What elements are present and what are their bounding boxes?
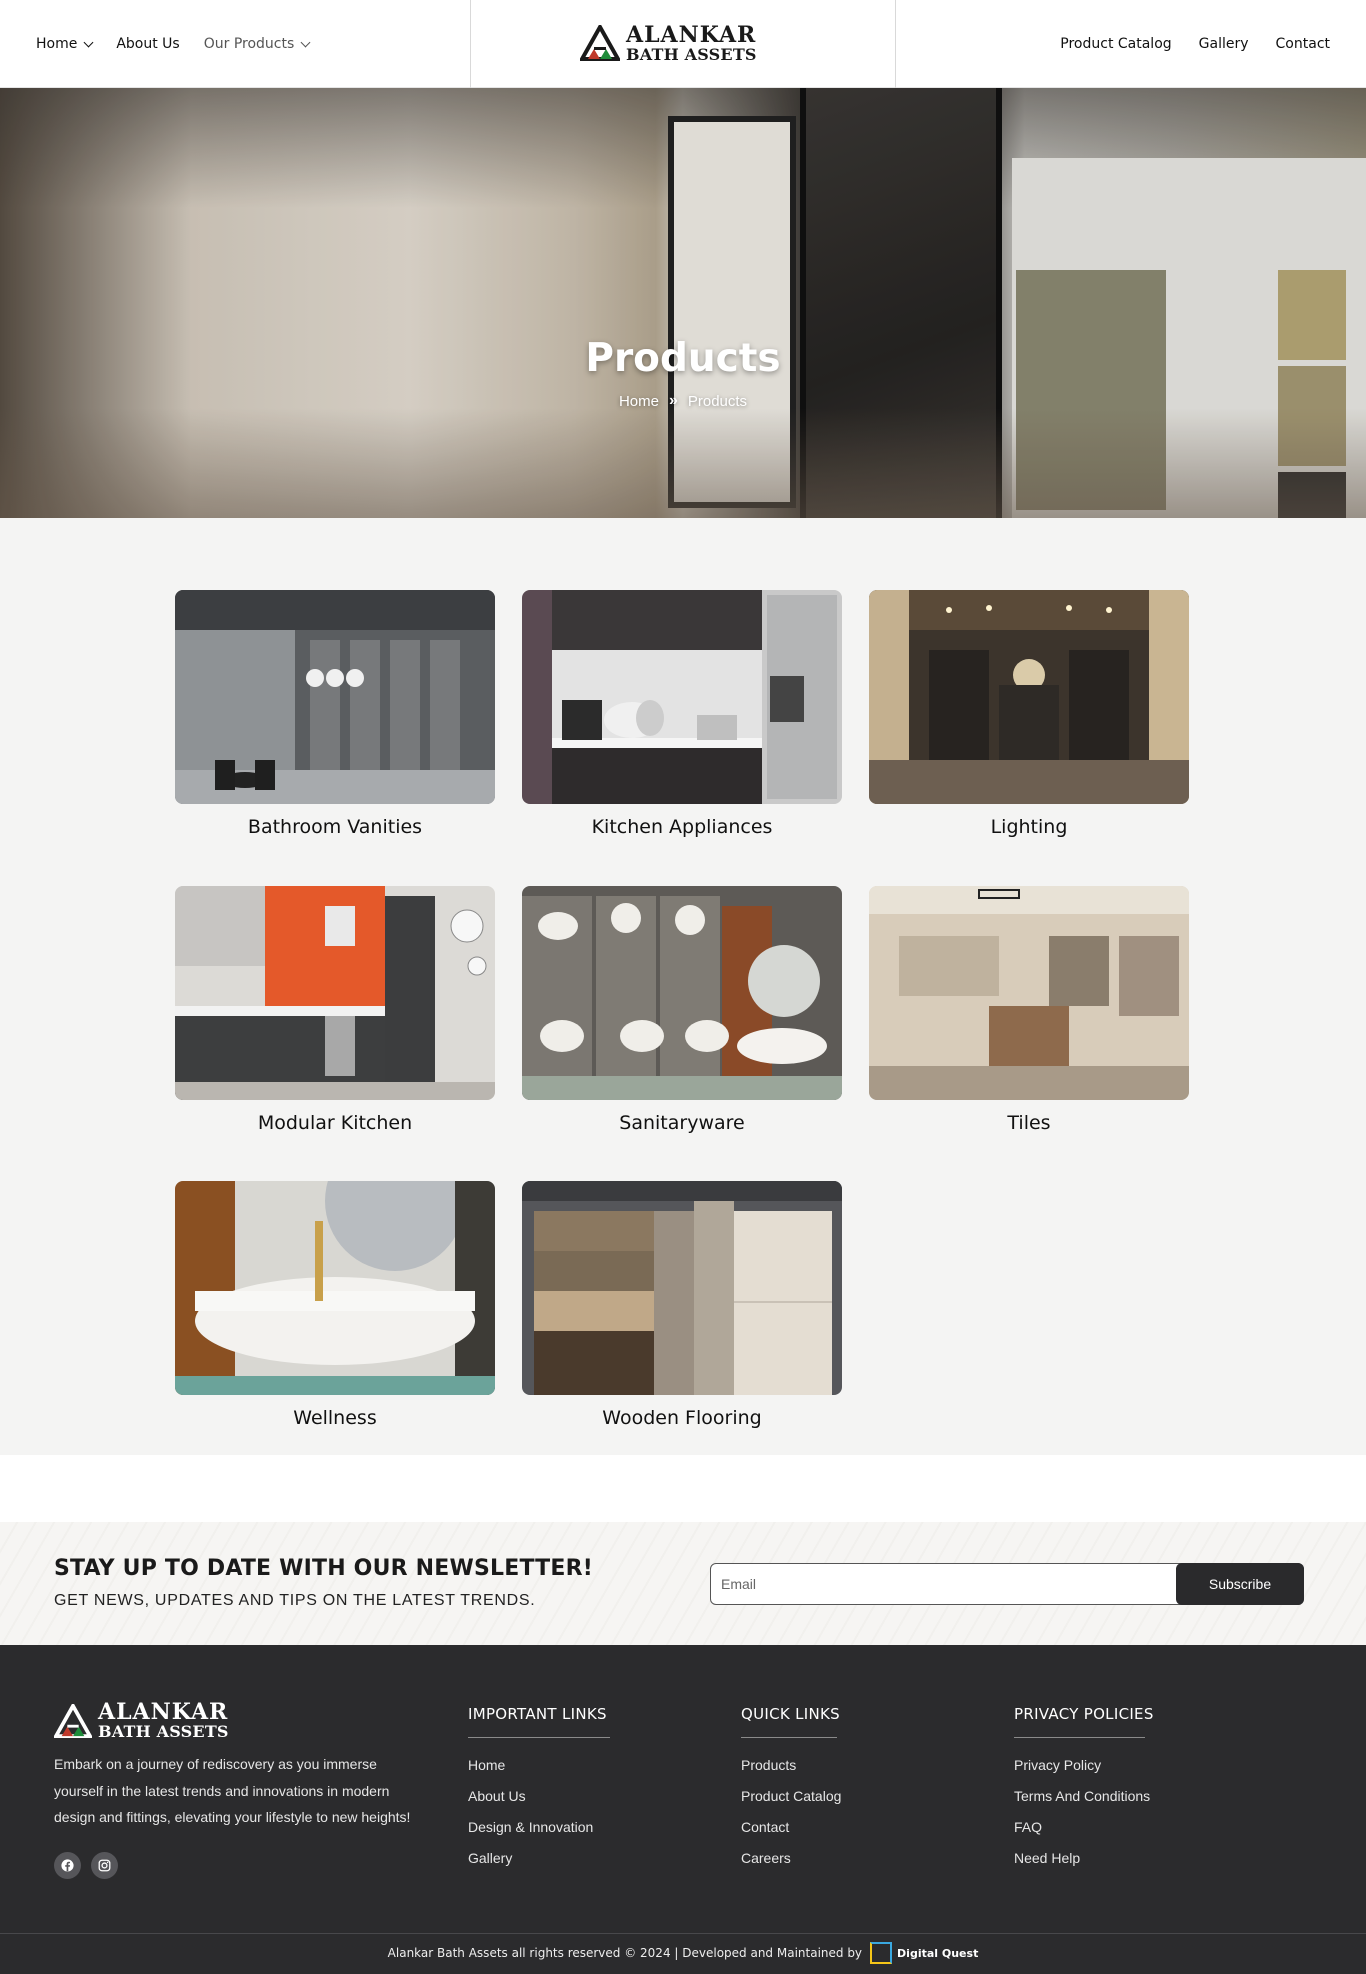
footer-logo-wordmark: ALANKAR BATH ASSETS bbox=[98, 1701, 229, 1740]
footer-logo-line-2: BATH ASSETS bbox=[98, 1722, 229, 1741]
chevron-down-icon bbox=[300, 37, 311, 47]
instagram-icon[interactable] bbox=[91, 1852, 118, 1879]
page-hero: Products Home » Products bbox=[0, 88, 1366, 518]
primary-nav-left: Home About Us Our Products bbox=[36, 0, 311, 88]
nav-gallery[interactable]: Gallery bbox=[1199, 36, 1249, 52]
footer-privacy-policies: PRIVACY POLICIES Privacy Policy Terms An… bbox=[1014, 1705, 1154, 1881]
footer-logo-line-1: ALANKAR bbox=[98, 1699, 229, 1725]
breadcrumb-current: Products bbox=[687, 392, 748, 410]
footer-link-faq[interactable]: FAQ bbox=[1014, 1819, 1154, 1850]
product-card-tiles[interactable]: Tiles bbox=[869, 886, 1189, 1148]
developer-name: Digital Quest bbox=[897, 1946, 979, 1960]
wellness-image bbox=[175, 1181, 495, 1395]
product-title: Wellness bbox=[293, 1407, 377, 1429]
footer-description: Embark on a journey of rediscovery as yo… bbox=[54, 1756, 411, 1825]
social-links bbox=[54, 1852, 118, 1879]
product-card-modular-kitchen[interactable]: Modular Kitchen bbox=[175, 886, 495, 1148]
footer-link-list: Privacy Policy Terms And Conditions FAQ … bbox=[1014, 1757, 1154, 1881]
product-card-sanitaryware[interactable]: Sanitaryware bbox=[522, 886, 842, 1148]
alankar-logo-icon bbox=[580, 25, 620, 61]
footer-column-heading: IMPORTANT LINKS bbox=[468, 1705, 607, 1723]
footer-logo[interactable]: ALANKAR BATH ASSETS bbox=[54, 1701, 229, 1740]
product-card-kitchen-appliances[interactable]: Kitchen Appliances bbox=[522, 590, 842, 852]
product-card-wooden-flooring[interactable]: Wooden Flooring bbox=[522, 1181, 842, 1443]
footer-link-home[interactable]: Home bbox=[468, 1757, 610, 1788]
product-title: Modular Kitchen bbox=[257, 1112, 413, 1134]
product-card-lighting[interactable]: Lighting bbox=[869, 590, 1189, 852]
primary-nav-right: Product Catalog Gallery Contact bbox=[1060, 0, 1330, 88]
site-logo[interactable]: ALANKAR BATH ASSETS bbox=[580, 22, 784, 64]
product-title: Wooden Flooring bbox=[602, 1407, 762, 1429]
product-card-bathroom-vanities[interactable]: Bathroom Vanities bbox=[175, 590, 495, 852]
nav-products-label: Our Products bbox=[203, 36, 295, 52]
subscribe-button[interactable]: Subscribe bbox=[1176, 1563, 1304, 1605]
bathroom-vanities-image bbox=[175, 590, 495, 804]
nav-product-catalog[interactable]: Product Catalog bbox=[1060, 36, 1171, 52]
kitchen-appliances-image bbox=[522, 590, 842, 804]
nav-home[interactable]: Home bbox=[36, 36, 94, 52]
product-title: Lighting bbox=[990, 816, 1068, 838]
breadcrumb: Home » Products bbox=[0, 392, 1366, 410]
footer-quick-links: QUICK LINKS Products Product Catalog Con… bbox=[741, 1705, 841, 1881]
footer-link-need-help[interactable]: Need Help bbox=[1014, 1850, 1154, 1881]
lighting-image bbox=[869, 590, 1189, 804]
modular-kitchen-image bbox=[175, 886, 495, 1100]
heading-underline bbox=[741, 1737, 837, 1738]
footer-link-design-innovation[interactable]: Design & Innovation bbox=[468, 1819, 610, 1850]
newsletter-section: STAY UP TO DATE WITH OUR NEWSLETTER! GET… bbox=[0, 1522, 1366, 1645]
newsletter-form: Subscribe bbox=[710, 1563, 1304, 1605]
facebook-icon[interactable] bbox=[54, 1852, 81, 1879]
wooden-flooring-image bbox=[522, 1181, 842, 1395]
product-title: Tiles bbox=[1007, 1112, 1051, 1134]
logo-line-1: ALANKAR bbox=[626, 21, 757, 48]
page-title: Products bbox=[585, 336, 781, 381]
product-title: Bathroom Vanities bbox=[247, 816, 423, 838]
newsletter-title: STAY UP TO DATE WITH OUR NEWSLETTER! bbox=[54, 1556, 593, 1581]
digital-quest-logo-icon bbox=[870, 1942, 893, 1964]
footer-link-list: Home About Us Design & Innovation Galler… bbox=[468, 1757, 610, 1881]
logo-line-2: BATH ASSETS bbox=[626, 44, 757, 64]
nav-home-label: Home bbox=[36, 36, 78, 52]
footer-link-list: Products Product Catalog Contact Careers bbox=[741, 1757, 841, 1881]
heading-underline bbox=[468, 1737, 610, 1738]
chevron-down-icon bbox=[83, 37, 94, 47]
products-grid-section: Bathroom Vanities Kitchen Appliances Lig… bbox=[0, 518, 1366, 1455]
header-divider bbox=[895, 0, 896, 88]
site-header: Home About Us Our Products ALANKAR BATH … bbox=[0, 0, 1366, 88]
footer-link-gallery[interactable]: Gallery bbox=[468, 1850, 610, 1881]
product-title: Sanitaryware bbox=[619, 1112, 745, 1134]
footer-link-products[interactable]: Products bbox=[741, 1757, 841, 1788]
footer-link-privacy-policy[interactable]: Privacy Policy bbox=[1014, 1757, 1154, 1788]
nav-about-us[interactable]: About Us bbox=[116, 36, 179, 52]
product-card-wellness[interactable]: Wellness bbox=[175, 1181, 495, 1443]
copyright-bar: Alankar Bath Assets all rights reserved … bbox=[0, 1942, 1366, 1964]
nav-our-products[interactable]: Our Products bbox=[203, 36, 311, 52]
logo-wordmark: ALANKAR BATH ASSETS bbox=[626, 24, 757, 63]
breadcrumb-home[interactable]: Home bbox=[619, 393, 659, 410]
tiles-image bbox=[869, 886, 1189, 1100]
developer-link[interactable]: Digital Quest bbox=[870, 1942, 978, 1964]
footer-link-careers[interactable]: Careers bbox=[741, 1850, 841, 1881]
footer-column-heading: PRIVACY POLICIES bbox=[1014, 1705, 1154, 1723]
footer-link-terms[interactable]: Terms And Conditions bbox=[1014, 1788, 1154, 1819]
footer-divider bbox=[0, 1933, 1366, 1934]
sanitaryware-image bbox=[522, 886, 842, 1100]
header-divider bbox=[470, 0, 471, 88]
product-title: Kitchen Appliances bbox=[591, 816, 773, 838]
alankar-logo-icon bbox=[54, 1703, 92, 1738]
footer-link-product-catalog[interactable]: Product Catalog bbox=[741, 1788, 841, 1819]
newsletter-subtitle: GET NEWS, UPDATES AND TIPS ON THE LATEST… bbox=[54, 1592, 536, 1609]
nav-contact[interactable]: Contact bbox=[1276, 36, 1330, 52]
footer-important-links: IMPORTANT LINKS Home About Us Design & I… bbox=[468, 1705, 610, 1881]
nav-about-label: About Us bbox=[116, 36, 180, 52]
heading-underline bbox=[1014, 1737, 1145, 1738]
footer-column-heading: QUICK LINKS bbox=[741, 1705, 840, 1723]
site-footer: ALANKAR BATH ASSETS Embark on a journey … bbox=[0, 1645, 1366, 1974]
copyright-text: Alankar Bath Assets all rights reserved … bbox=[387, 1946, 863, 1960]
breadcrumb-separator-icon: » bbox=[668, 392, 678, 409]
footer-link-about-us[interactable]: About Us bbox=[468, 1788, 610, 1819]
footer-link-contact[interactable]: Contact bbox=[741, 1819, 841, 1850]
hero-overlay bbox=[0, 88, 1366, 518]
